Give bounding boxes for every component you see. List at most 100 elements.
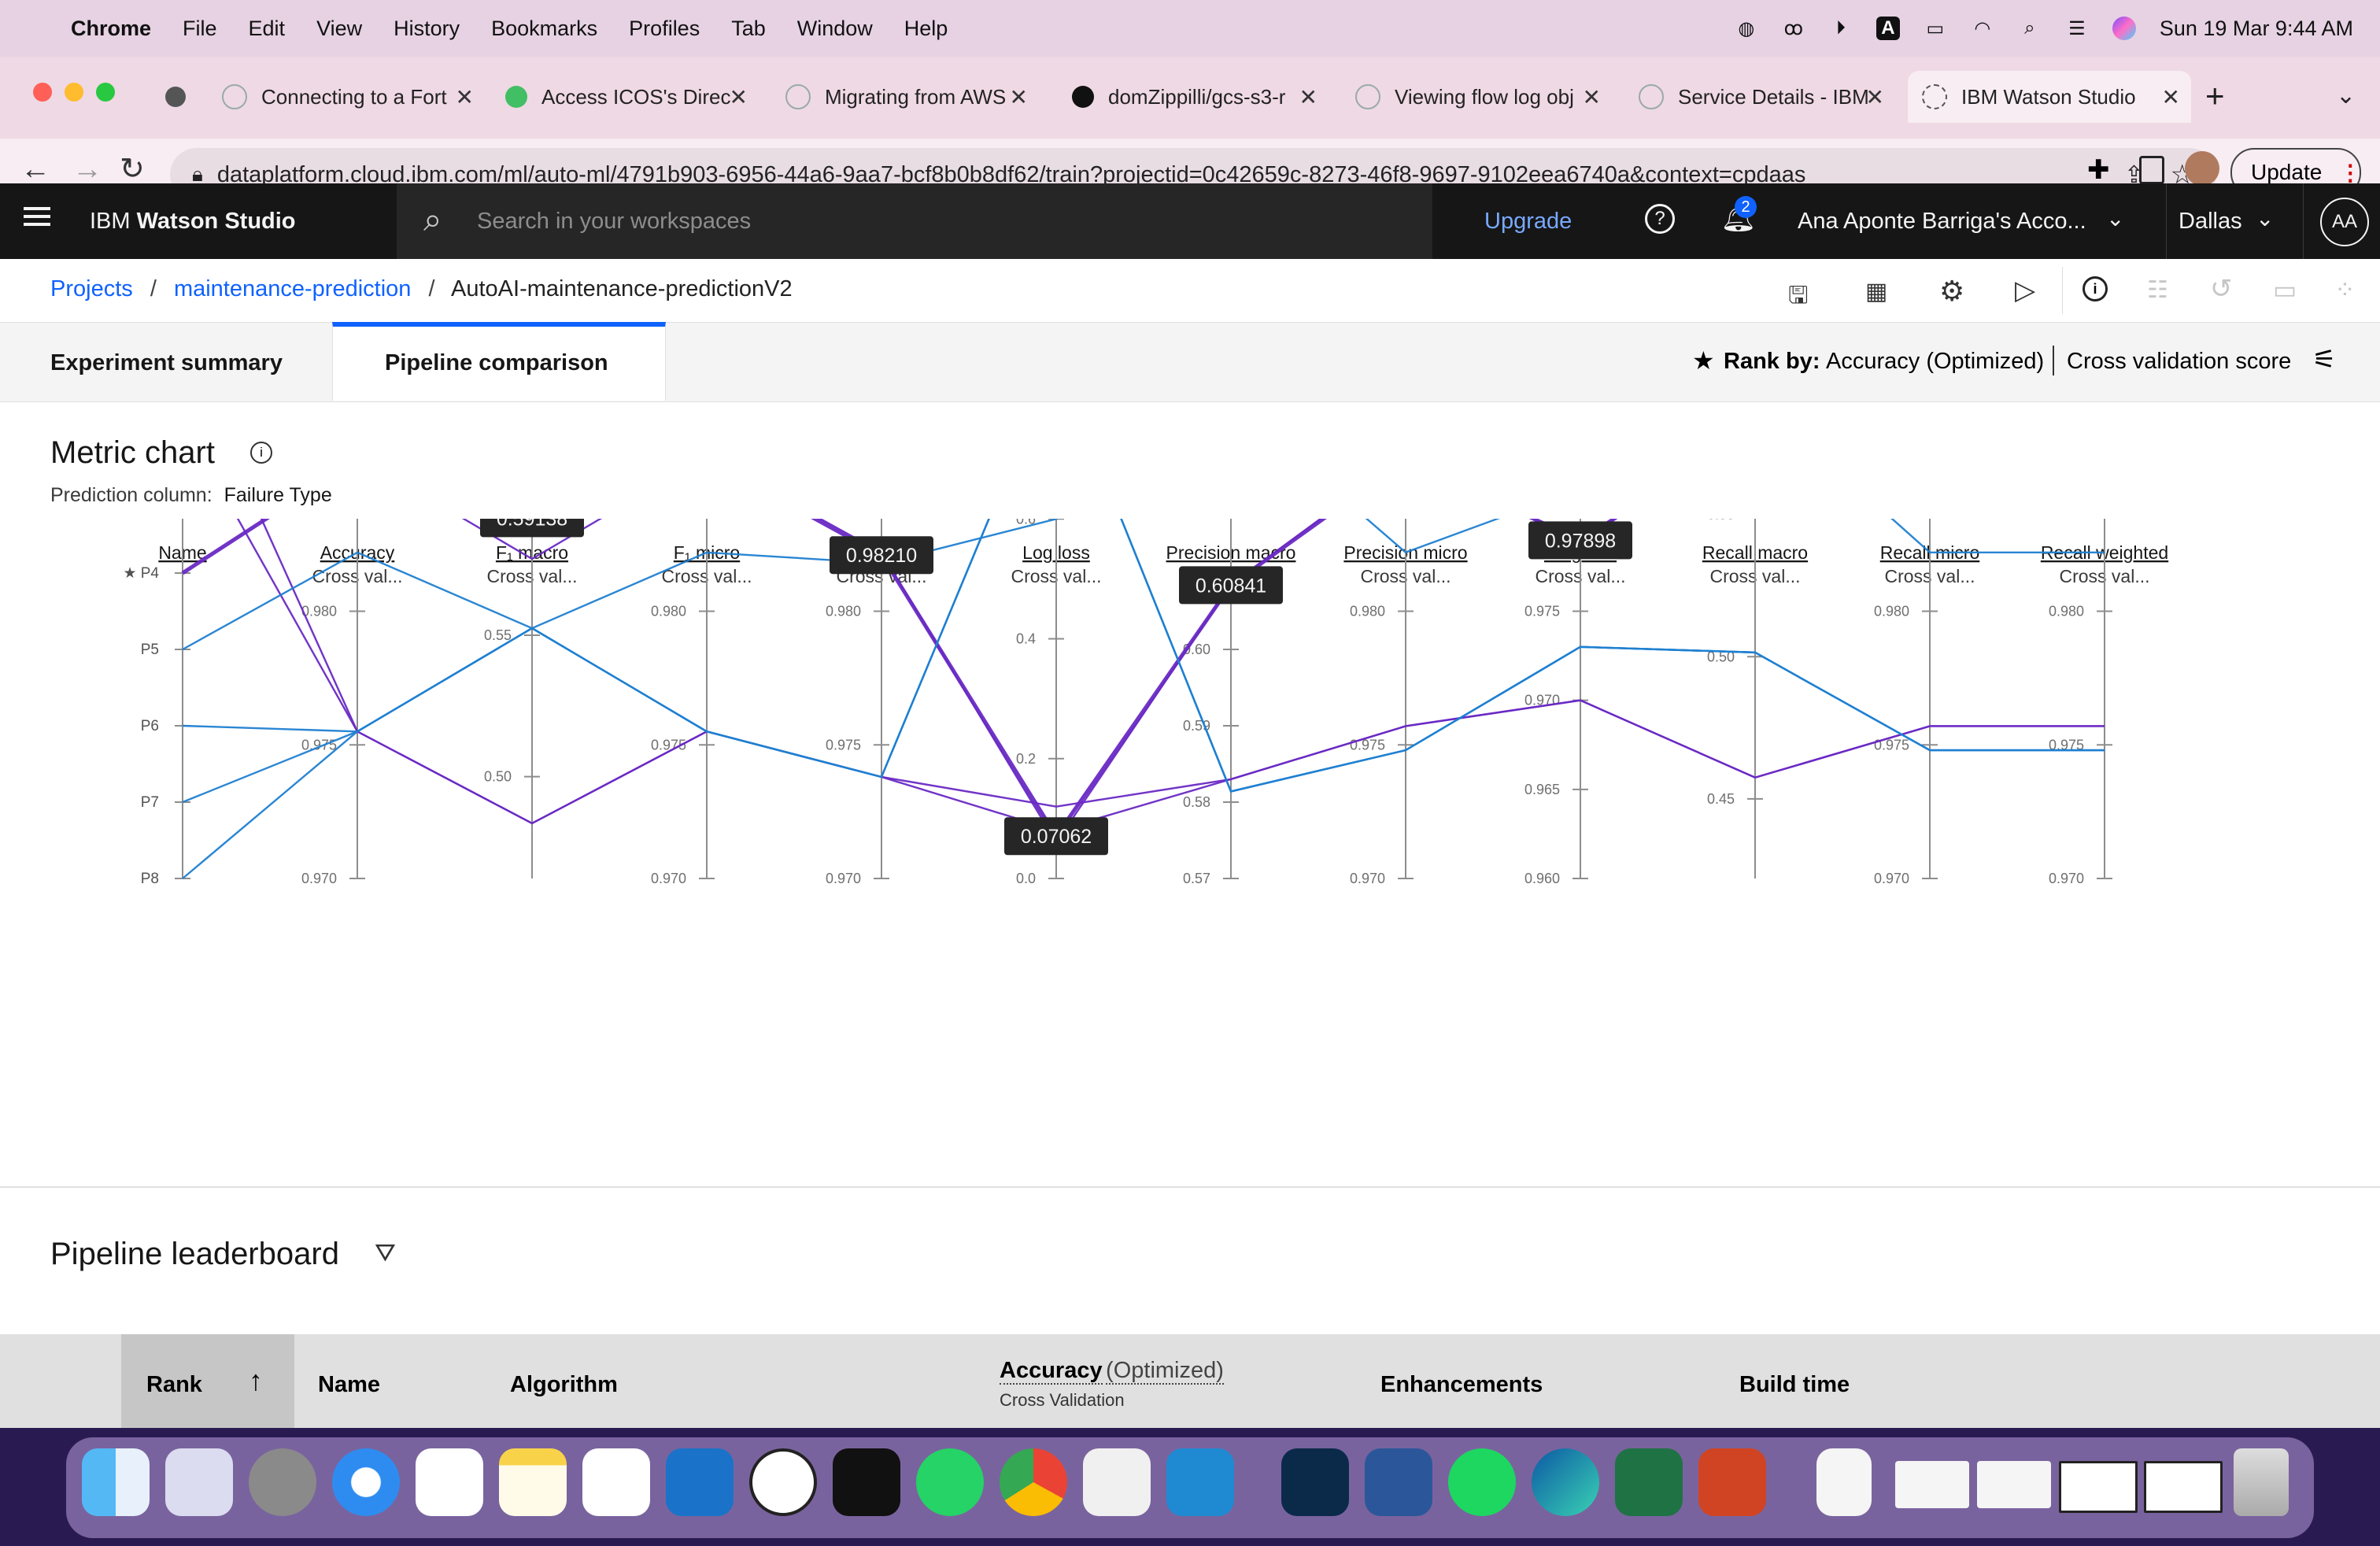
enhancements-column-header[interactable]: Enhancements <box>1380 1372 1543 1398</box>
account-switcher[interactable]: Ana Aponte Barriga's Acco... <box>1798 209 2086 235</box>
tab-experiment-summary[interactable]: Experiment summary <box>0 322 332 401</box>
network-radar-icon[interactable] <box>749 1448 817 1516</box>
control-center-icon[interactable]: ☰ <box>2065 17 2089 40</box>
region-selector[interactable]: Dallas <box>2179 209 2242 235</box>
powerpoint-icon[interactable] <box>1698 1448 1766 1516</box>
reminders-icon[interactable] <box>416 1448 483 1516</box>
menu-history[interactable]: History <box>394 17 460 41</box>
tab-search-chevron-icon[interactable]: ⌄ <box>2336 82 2356 109</box>
chevron-down-icon[interactable]: ⌄ <box>2106 205 2124 231</box>
word-icon[interactable] <box>1365 1448 1432 1516</box>
window-thumbnail[interactable] <box>1895 1461 1969 1508</box>
slack-icon[interactable] <box>582 1448 650 1516</box>
finder-icon[interactable] <box>82 1448 150 1516</box>
battery-icon[interactable]: ▭ <box>1924 17 1947 40</box>
input-source-icon[interactable]: A <box>1876 17 1900 40</box>
reload-icon[interactable]: ↻ <box>120 151 145 187</box>
window-thumbnail[interactable] <box>2059 1461 2138 1513</box>
textedit-icon[interactable] <box>1083 1448 1151 1516</box>
schedule-icon[interactable]: ▦ <box>1865 278 1887 305</box>
browser-tab-2[interactable]: Access ICOS's Direc ✕ <box>491 71 759 123</box>
name-column-header[interactable]: Name <box>318 1372 380 1398</box>
breadcrumb-project[interactable]: maintenance-prediction <box>174 276 411 301</box>
save-icon[interactable]: 🖫 <box>1788 278 1809 318</box>
build-time-column-header[interactable]: Build time <box>1739 1372 1850 1398</box>
info-icon[interactable]: i <box>2082 276 2108 301</box>
window-thumbnail[interactable] <box>1977 1461 2051 1508</box>
whatsapp-icon[interactable] <box>916 1448 984 1516</box>
browser-tab-5[interactable]: Viewing flow log obj ✕ <box>1341 71 1612 123</box>
launchpad-icon[interactable] <box>165 1448 233 1516</box>
notes-icon[interactable] <box>499 1448 567 1516</box>
browser-tab-1[interactable]: Connecting to a Fort ✕ <box>208 71 485 123</box>
browser-tab-4[interactable]: domZippilli/gcs-s3-r ✕ <box>1058 71 1329 123</box>
sync-icon[interactable]: ◍ <box>1735 17 1758 40</box>
close-icon[interactable]: ✕ <box>456 84 474 110</box>
spotify-icon[interactable] <box>1448 1448 1516 1516</box>
menu-edit[interactable]: Edit <box>249 17 286 41</box>
window-minimize-button[interactable] <box>65 83 83 102</box>
chevron-down-icon[interactable]: ⌄ <box>2256 205 2274 231</box>
browser-tab-active[interactable]: IBM Watson Studio ✕ <box>1908 71 2191 123</box>
close-icon[interactable]: ✕ <box>730 84 748 110</box>
info-icon[interactable]: i <box>250 442 272 464</box>
menu-app-name[interactable]: Chrome <box>71 17 151 41</box>
window-thumbnail[interactable] <box>2144 1461 2223 1513</box>
close-icon[interactable]: ✕ <box>1010 84 1028 110</box>
back-icon[interactable]: ← <box>20 153 50 187</box>
webex-icon[interactable] <box>1281 1448 1349 1516</box>
new-tab-icon[interactable]: + <box>2205 77 2225 115</box>
hamburger-menu-icon[interactable] <box>24 207 50 210</box>
spotlight-search-icon[interactable]: ⌕ <box>2018 17 2042 40</box>
profile-dot-icon[interactable] <box>165 87 186 107</box>
sort-ascending-icon[interactable]: ↑ <box>249 1364 263 1397</box>
upgrade-link[interactable]: Upgrade <box>1484 209 1572 235</box>
search-input[interactable]: Search in your workspaces <box>477 209 751 235</box>
accuracy-column-header[interactable]: Accuracy (Optimized) Cross Validation <box>1000 1358 1224 1411</box>
chrome-icon[interactable] <box>1000 1448 1067 1516</box>
trash-icon[interactable] <box>2234 1448 2289 1516</box>
rank-source-value[interactable]: Cross validation score <box>2067 349 2291 375</box>
window-zoom-button[interactable] <box>96 83 115 102</box>
browser-tab-3[interactable]: Migrating from AWS ✕ <box>771 71 1039 123</box>
close-icon[interactable]: ✕ <box>1866 84 1884 110</box>
window-close-button[interactable] <box>33 83 52 102</box>
side-panel-icon[interactable] <box>2139 156 2164 184</box>
browser-tab-6[interactable]: Service Details - IBM ✕ <box>1624 71 1895 123</box>
close-icon[interactable]: ✕ <box>1583 84 1601 110</box>
menubar-datetime[interactable]: Sun 19 Mar 9:44 AM <box>2160 17 2353 41</box>
terminal-icon[interactable] <box>833 1448 900 1516</box>
breadcrumb-projects[interactable]: Projects <box>50 276 133 301</box>
rank-column-header[interactable]: Rank ↑ <box>121 1334 294 1428</box>
profile-avatar[interactable] <box>2185 151 2219 186</box>
menu-tab[interactable]: Tab <box>731 17 766 41</box>
close-icon[interactable]: ✕ <box>2162 84 2180 110</box>
menu-view[interactable]: View <box>316 17 362 41</box>
user-avatar[interactable]: AA <box>2320 198 2369 246</box>
search-bar[interactable]: ⌕ Search in your workspaces <box>397 183 1432 259</box>
outlook-icon[interactable] <box>666 1448 734 1516</box>
excel-icon[interactable] <box>1615 1448 1683 1516</box>
menu-help[interactable]: Help <box>904 17 948 41</box>
creative-cloud-icon[interactable]: ꝏ <box>1782 17 1805 40</box>
help-icon[interactable]: ? <box>1645 204 1675 234</box>
document-thumbnail[interactable] <box>1816 1448 1872 1516</box>
menu-window[interactable]: Window <box>797 17 873 41</box>
wifi-icon[interactable]: ◠ <box>1971 17 1994 40</box>
product-name[interactable]: IBM Watson Studio <box>90 209 296 235</box>
filter-icon[interactable]: ⛛ <box>375 1238 396 1268</box>
vscode-icon[interactable] <box>1166 1448 1234 1516</box>
algorithm-column-header[interactable]: Algorithm <box>510 1372 618 1398</box>
safari-icon[interactable] <box>332 1448 400 1516</box>
forward-icon[interactable]: → <box>72 153 102 187</box>
menu-file[interactable]: File <box>183 17 217 41</box>
system-settings-icon[interactable] <box>249 1448 316 1516</box>
extensions-icon[interactable]: ✚ <box>2087 154 2110 186</box>
siri-icon[interactable] <box>2112 17 2136 40</box>
play-status-icon[interactable]: ⏵ <box>1829 17 1853 40</box>
tab-pipeline-comparison[interactable]: Pipeline comparison <box>332 322 666 401</box>
settings-adjust-icon[interactable]: ⚟ <box>2312 344 2336 375</box>
close-icon[interactable]: ✕ <box>1299 84 1318 110</box>
edge-icon[interactable] <box>1532 1448 1599 1516</box>
menu-profiles[interactable]: Profiles <box>629 17 700 41</box>
